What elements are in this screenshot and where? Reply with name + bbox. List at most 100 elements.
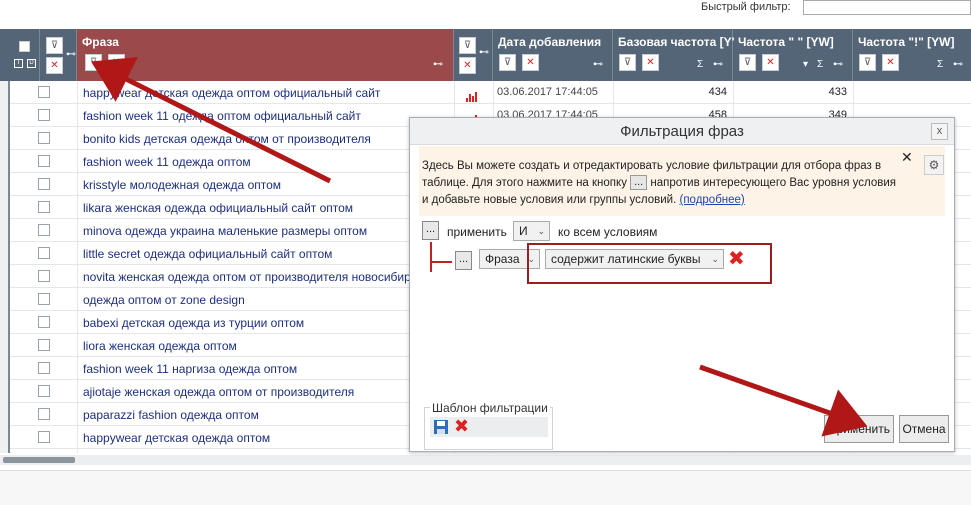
gear-icon[interactable]: ⚙ bbox=[924, 155, 944, 175]
table-header: I D ⊽ ✕ ⊷ Фраза ⊽ ✕ ⊷ ⊽ ✕ ⊷ Дата добавле… bbox=[0, 29, 971, 81]
root-add-button[interactable]: ... bbox=[422, 221, 439, 240]
sigma-icon[interactable]: Σ bbox=[937, 59, 943, 70]
row-checkbox[interactable] bbox=[38, 109, 50, 121]
filter-icon[interactable]: ⊽ bbox=[859, 54, 876, 71]
info-text: Здесь Вы можете создать и отредактироват… bbox=[422, 158, 902, 209]
filter-clear-icon[interactable]: ✕ bbox=[459, 57, 476, 74]
row-checkbox[interactable] bbox=[38, 270, 50, 282]
table-row[interactable]: happywear детская одежда оптом официальн… bbox=[10, 81, 971, 104]
info-close-icon[interactable]: ✕ bbox=[901, 149, 913, 166]
header-freq-quoted-column[interactable]: Частота " " [YW] ⊽ ✕ ▾ Σ ⊷ bbox=[733, 29, 853, 81]
row-checkbox[interactable] bbox=[38, 431, 50, 443]
filter-clear-icon[interactable]: ✕ bbox=[46, 57, 63, 74]
sigma-icon[interactable]: Σ bbox=[697, 59, 703, 70]
row-phrase[interactable]: bonito kids детская одежда оптом от прои… bbox=[83, 132, 371, 146]
row-checkbox[interactable] bbox=[38, 247, 50, 259]
header-freq-excl-column[interactable]: Частота "!" [YW] ⊽ ✕ Σ ⊷ bbox=[853, 29, 971, 81]
header-phrase-column[interactable]: Фраза ⊽ ✕ ⊷ bbox=[77, 29, 454, 81]
filter-clear-icon[interactable]: ✕ bbox=[642, 54, 659, 71]
row-phrase[interactable]: little secret одежда официальный сайт оп… bbox=[83, 247, 332, 261]
header-date-column[interactable]: Дата добавления ⊽ ✕ ⊷ bbox=[493, 29, 613, 81]
row-checkbox[interactable] bbox=[38, 293, 50, 305]
row-phrase[interactable]: happywear детская одежда оптом bbox=[83, 431, 270, 445]
sigma-icon[interactable]: Σ bbox=[817, 59, 823, 70]
row-checkbox[interactable] bbox=[38, 316, 50, 328]
toolbar: Быстрый фильтр: bbox=[0, 0, 971, 29]
template-group: Шаблон фильтрации ✖ bbox=[424, 401, 553, 450]
template-remove-icon[interactable]: ✖ bbox=[454, 416, 469, 437]
filter-clear-icon[interactable]: ✕ bbox=[882, 54, 899, 71]
status-bar bbox=[0, 470, 971, 505]
pin-icon[interactable]: ⊷ bbox=[479, 47, 489, 58]
field-select-value: Фраза bbox=[485, 252, 520, 266]
chevron-down-icon: ⌄ bbox=[537, 226, 545, 236]
sort-icon[interactable]: ▾ bbox=[803, 59, 808, 70]
tree-line bbox=[430, 242, 432, 272]
header-mini-i[interactable]: I bbox=[14, 59, 23, 68]
row-phrase[interactable]: fashion week 11 одежда оптом официальный… bbox=[83, 109, 361, 123]
row-phrase[interactable]: ajiotaje женская одежда оптом от произво… bbox=[83, 385, 354, 399]
filter-dialog: Фильтрация фраз x Здесь Вы можете создат… bbox=[409, 117, 955, 452]
cancel-button[interactable]: Отмена bbox=[899, 415, 949, 443]
row-quoted-freq: 433 bbox=[828, 86, 847, 98]
filter-clear-icon[interactable]: ✕ bbox=[522, 54, 539, 71]
header-freq-excl-title: Частота "!" [YW] bbox=[858, 35, 955, 49]
filter-icon[interactable]: ⊽ bbox=[739, 54, 756, 71]
logic-select[interactable]: И ⌄ bbox=[513, 221, 550, 241]
filter-icon[interactable]: ⊽ bbox=[619, 54, 636, 71]
horizontal-scrollbar[interactable] bbox=[0, 455, 971, 465]
filter-icon[interactable]: ⊽ bbox=[85, 54, 102, 71]
scrollbar-thumb[interactable] bbox=[3, 457, 75, 463]
row-checkbox[interactable] bbox=[38, 339, 50, 351]
header-select-all-checkbox[interactable] bbox=[19, 41, 30, 52]
apply-button[interactable]: Применить bbox=[824, 415, 894, 443]
row-checkbox[interactable] bbox=[38, 385, 50, 397]
header-base-column[interactable]: Базовая частота [Y' ⊽ ✕ Σ ⊷ bbox=[613, 29, 734, 81]
filter-icon[interactable]: ⊽ bbox=[46, 37, 63, 54]
filter-icon[interactable]: ⊽ bbox=[459, 37, 476, 54]
filter-clear-icon[interactable]: ✕ bbox=[762, 54, 779, 71]
header-phrase-title: Фраза bbox=[82, 35, 119, 49]
chart-icon[interactable] bbox=[466, 88, 480, 102]
row-phrase[interactable]: happywear детская одежда оптом официальн… bbox=[83, 86, 380, 100]
row-phrase[interactable]: одежда оптом от zone design bbox=[83, 293, 245, 307]
tree-line bbox=[430, 261, 452, 263]
row-phrase[interactable]: babexi детская одежда из турции оптом bbox=[83, 316, 304, 330]
pin-icon[interactable]: ⊷ bbox=[713, 59, 723, 70]
header-filter-column: ⊽ ✕ ⊷ bbox=[40, 29, 77, 81]
row-phrase[interactable]: fashion week 11 одежда оптом bbox=[83, 155, 251, 169]
row-checkbox[interactable] bbox=[38, 86, 50, 98]
quick-filter-input[interactable] bbox=[803, 0, 971, 15]
info-more-link[interactable]: (подробнее) bbox=[680, 194, 745, 206]
row-phrase[interactable]: novita женская одежда оптом от производи… bbox=[83, 270, 411, 284]
row-checkbox[interactable] bbox=[38, 178, 50, 190]
pin-icon[interactable]: ⊷ bbox=[953, 59, 963, 70]
header-mini-d[interactable]: D bbox=[27, 59, 36, 68]
save-icon[interactable] bbox=[433, 419, 449, 435]
row-phrase[interactable]: paparazzi fashion одежда оптом bbox=[83, 408, 259, 422]
row-phrase[interactable]: minova одежда украина маленькие размеры … bbox=[83, 224, 367, 238]
header-chart-column: ⊽ ✕ ⊷ bbox=[454, 29, 493, 81]
row-phrase[interactable]: liora женская одежда оптом bbox=[83, 339, 237, 353]
row-checkbox[interactable] bbox=[38, 408, 50, 420]
logic-select-value: И bbox=[519, 224, 528, 238]
pin-icon[interactable]: ⊷ bbox=[833, 59, 843, 70]
info-panel: Здесь Вы можете создать и отредактироват… bbox=[419, 146, 945, 216]
row-checkbox[interactable] bbox=[38, 201, 50, 213]
close-icon[interactable]: x bbox=[931, 123, 948, 140]
apply-label: применить bbox=[447, 225, 507, 239]
pin-icon[interactable]: ⊷ bbox=[433, 59, 443, 70]
row-checkbox[interactable] bbox=[38, 155, 50, 167]
filter-clear-icon[interactable]: ✕ bbox=[108, 54, 125, 71]
row-phrase[interactable]: fashion week 11 наргиза одежда оптом bbox=[83, 362, 297, 376]
condition-add-button[interactable]: ... bbox=[455, 251, 472, 270]
row-checkbox[interactable] bbox=[38, 132, 50, 144]
pin-icon[interactable]: ⊷ bbox=[593, 59, 603, 70]
info-dots-button: ... bbox=[630, 175, 648, 191]
pin-icon[interactable]: ⊷ bbox=[66, 49, 76, 60]
filter-icon[interactable]: ⊽ bbox=[499, 54, 516, 71]
row-phrase[interactable]: likara женская одежда официальный сайт о… bbox=[83, 201, 353, 215]
row-checkbox[interactable] bbox=[38, 362, 50, 374]
row-checkbox[interactable] bbox=[38, 224, 50, 236]
row-phrase[interactable]: krisstyle молодежная одежда оптом bbox=[83, 178, 281, 192]
